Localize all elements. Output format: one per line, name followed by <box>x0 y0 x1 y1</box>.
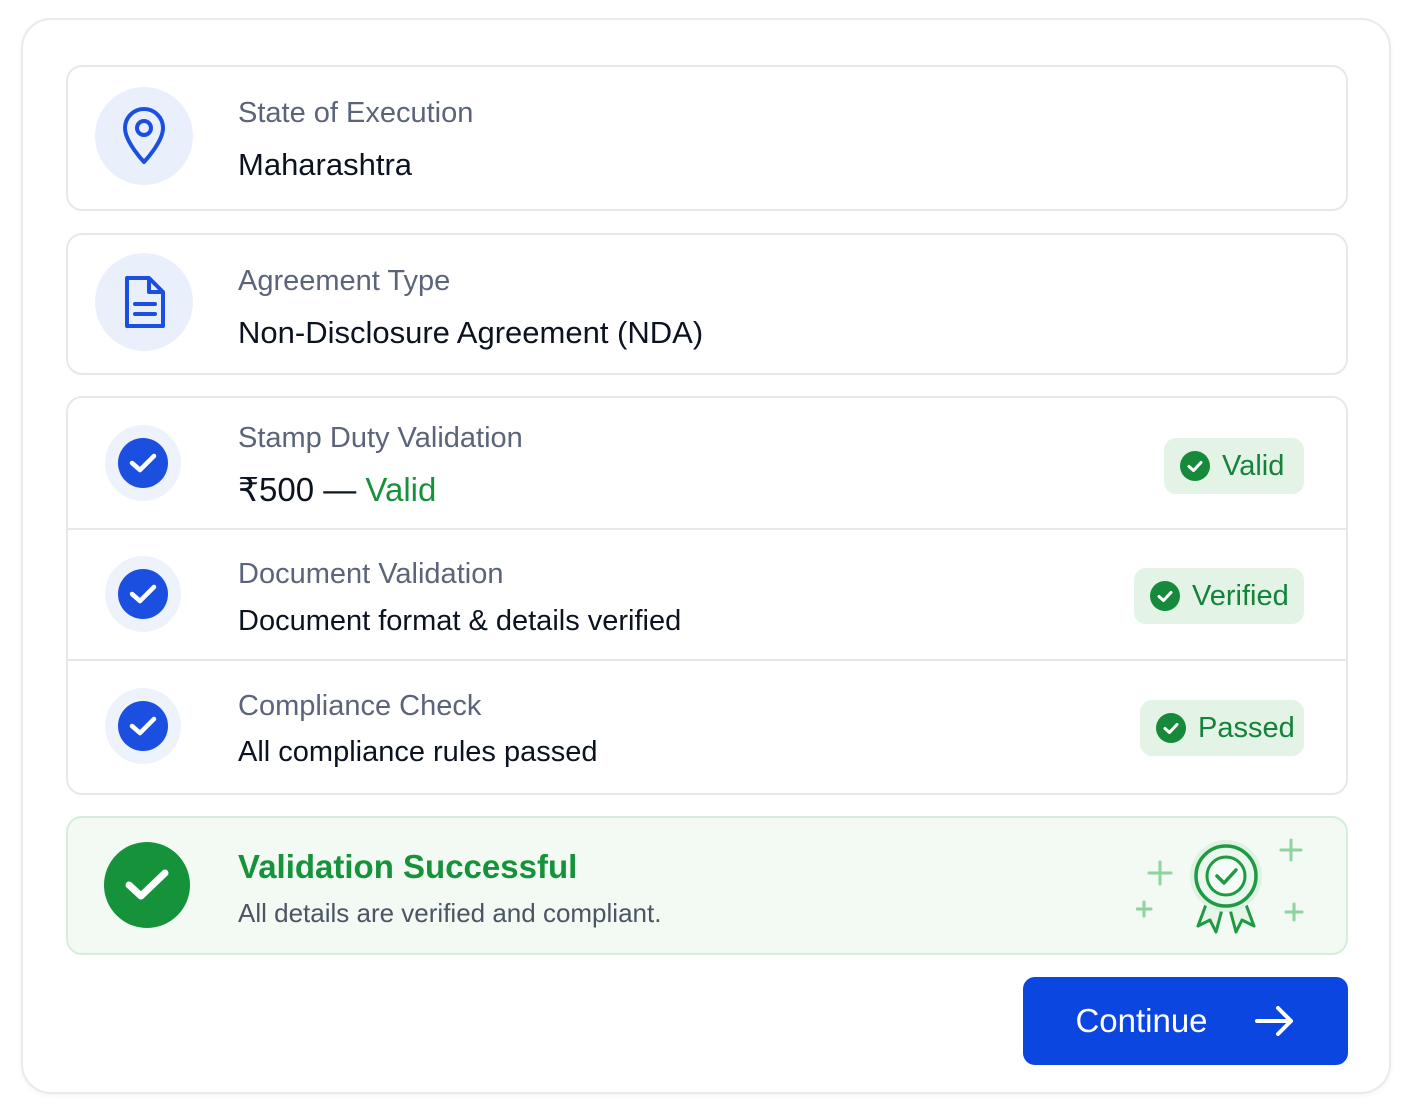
agreement-card: Agreement Type Non-Disclosure Agreement … <box>66 233 1348 375</box>
state-label: State of Execution <box>238 97 474 129</box>
verified-badge: Verified <box>1134 568 1304 624</box>
valid-badge: Valid <box>1164 438 1304 494</box>
check-circle-icon <box>1156 713 1186 743</box>
valid-badge-label: Valid <box>1222 449 1285 482</box>
state-value: Maharashtra <box>238 147 413 182</box>
document-check-ring <box>105 556 181 632</box>
check-circle-icon <box>1180 451 1210 481</box>
award-ribbon-icon <box>1136 838 1304 934</box>
stamp-duty-value: ₹500 — Valid <box>238 471 437 508</box>
stamp-duty-label: Stamp Duty Validation <box>238 422 523 454</box>
arrow-right-icon <box>1254 1006 1293 1036</box>
verified-badge-label: Verified <box>1192 579 1289 612</box>
continue-button-label: Continue <box>1075 1002 1208 1039</box>
passed-badge: Passed <box>1140 700 1304 756</box>
success-title: Validation Successful <box>238 848 578 885</box>
agreement-icon-circle <box>95 253 193 351</box>
compliance-value: All compliance rules passed <box>238 736 598 768</box>
stamp-check-ring <box>105 425 181 501</box>
document-validation-value: Document format & details verified <box>238 605 682 637</box>
passed-badge-label: Passed <box>1198 711 1295 744</box>
success-check-icon <box>104 842 190 928</box>
success-description: All details are verified and compliant. <box>238 898 662 928</box>
state-icon-circle <box>95 87 193 185</box>
stamp-check-icon <box>118 438 168 488</box>
check-circle-icon <box>1150 581 1180 611</box>
divider <box>68 659 1346 661</box>
compliance-check-ring <box>105 688 181 764</box>
compliance-check-icon <box>118 701 168 751</box>
divider <box>68 528 1346 530</box>
continue-button[interactable]: Continue <box>1023 977 1348 1065</box>
validation-success-banner: Validation Successful All details are ve… <box>66 816 1348 955</box>
map-pin-icon <box>123 107 165 164</box>
document-icon <box>125 276 165 328</box>
document-check-icon <box>118 569 168 619</box>
stamp-duty-status: Valid <box>365 471 437 508</box>
agreement-label: Agreement Type <box>238 265 451 297</box>
compliance-label: Compliance Check <box>238 690 482 722</box>
checks-card: Stamp Duty Validation ₹500 — Valid Valid… <box>66 396 1348 795</box>
agreement-value: Non-Disclosure Agreement (NDA) <box>238 315 704 350</box>
state-card: State of Execution Maharashtra <box>66 65 1348 211</box>
document-validation-label: Document Validation <box>238 558 504 590</box>
